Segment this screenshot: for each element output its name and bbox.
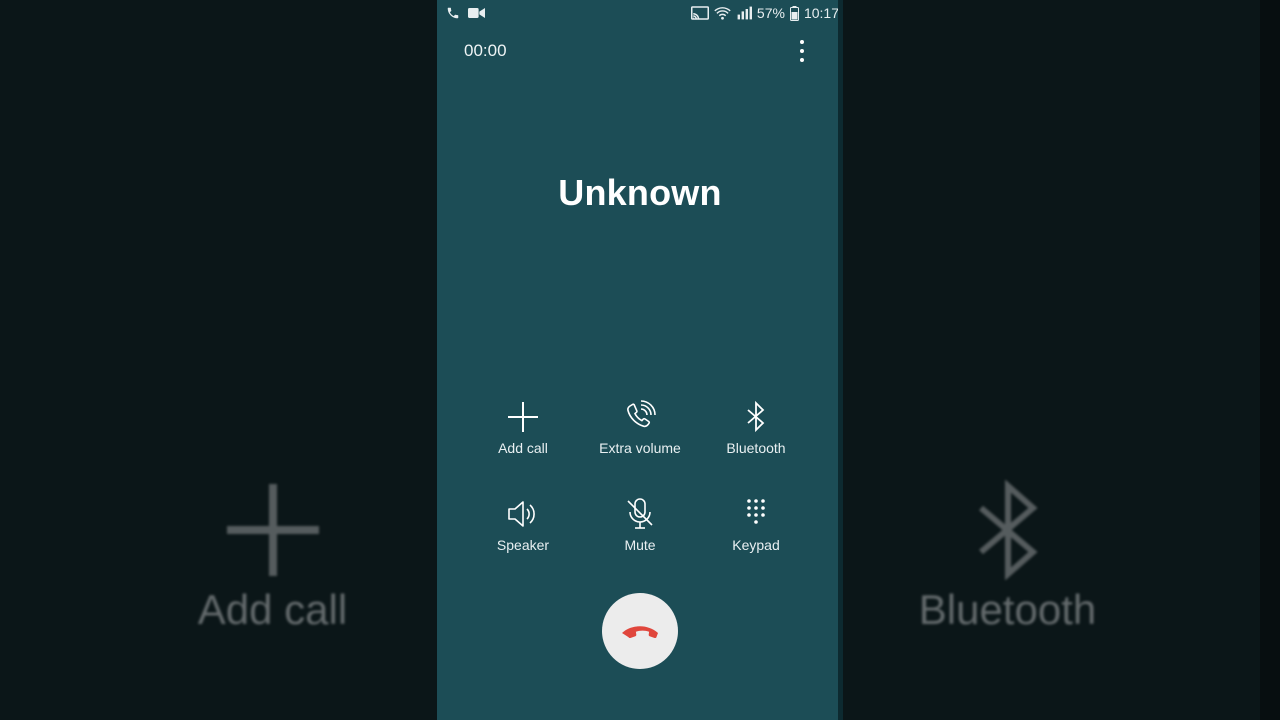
keypad-label: Keypad <box>732 537 780 553</box>
bluetooth-label: Bluetooth <box>726 440 786 456</box>
speaker-icon <box>508 501 535 527</box>
speaker-label: Speaker <box>496 537 550 553</box>
mute-button[interactable]: Mute <box>582 497 698 553</box>
more-options-button[interactable] <box>796 40 808 62</box>
phone-volume-icon <box>627 400 656 428</box>
status-bar-right: 57% 10:17 <box>690 5 839 21</box>
background-add-call-label: Add call <box>197 586 348 633</box>
phone-icon <box>447 7 459 19</box>
end-call-icon <box>622 626 658 639</box>
more-dot-icon <box>800 40 804 44</box>
plus-icon <box>508 402 538 432</box>
caller-name: Unknown <box>558 172 722 213</box>
cast-icon <box>690 6 709 20</box>
bluetooth-button[interactable]: Bluetooth <box>698 400 814 456</box>
more-dot-icon <box>800 49 804 53</box>
add-call-label: Add call <box>498 440 548 456</box>
background-bluetooth-ghost: Bluetooth <box>880 480 1135 634</box>
background-bluetooth-label: Bluetooth <box>918 586 1097 633</box>
battery-icon <box>789 5 799 21</box>
mute-label: Mute <box>624 537 656 553</box>
signal-icon <box>737 6 752 20</box>
background-edge <box>1260 0 1280 720</box>
status-bar: 57% 10:17 <box>437 0 843 28</box>
call-timer: 00:00 <box>464 41 507 60</box>
plus-icon <box>226 484 319 576</box>
bluetooth-icon <box>747 400 765 433</box>
bluetooth-icon <box>978 480 1038 580</box>
wifi-icon <box>714 7 731 20</box>
extra-volume-button[interactable]: Extra volume <box>582 400 698 456</box>
background-add-call-ghost: Add call <box>150 480 395 634</box>
keypad-button[interactable]: Keypad <box>698 497 814 553</box>
speaker-button[interactable]: Speaker <box>465 497 581 553</box>
status-time: 10:17 <box>803 5 839 21</box>
more-dot-icon <box>800 58 804 62</box>
status-bar-left <box>446 6 485 20</box>
video-call-icon <box>468 8 485 18</box>
extra-volume-label: Extra volume <box>599 440 681 456</box>
add-call-button[interactable]: Add call <box>465 400 581 456</box>
keypad-icon <box>747 499 765 524</box>
mic-mute-icon <box>627 498 653 529</box>
in-call-screen: 57% 10:17 00:00 Unknown Add call Extra v… <box>437 0 843 720</box>
panel-edge <box>838 0 843 720</box>
battery-percent: 57% <box>756 5 785 21</box>
end-call-button[interactable] <box>602 593 678 669</box>
